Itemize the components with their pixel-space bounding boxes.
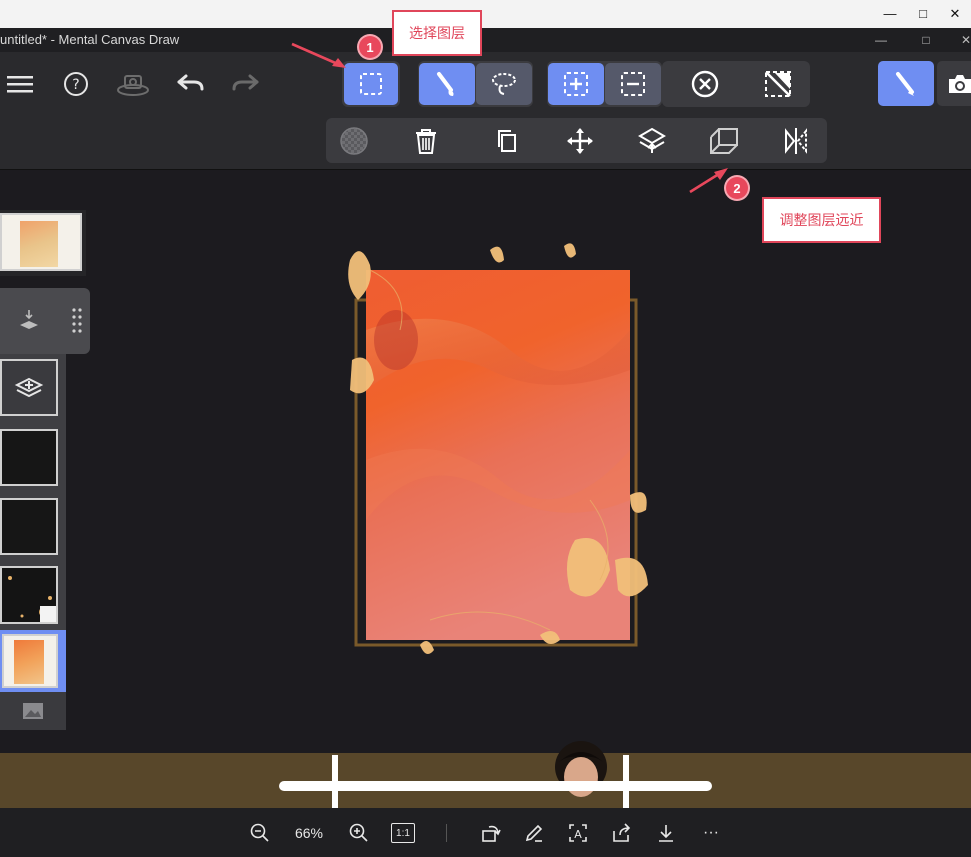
select-layer-icon <box>360 73 382 95</box>
add-layer-button[interactable] <box>0 359 58 416</box>
merge-down-icon[interactable] <box>9 301 49 341</box>
layer-panel-header <box>0 288 90 354</box>
timeline-strip[interactable] <box>0 741 971 808</box>
selection-actions-group <box>662 61 810 107</box>
svg-text:?: ? <box>72 77 79 93</box>
drag-handle-icon[interactable] <box>72 308 82 334</box>
zoom-out-icon[interactable] <box>248 820 272 846</box>
add-selection-button[interactable] <box>548 63 604 105</box>
step1-callout: 选择图层 <box>392 10 482 56</box>
outer-minimize-button[interactable]: — <box>878 4 902 24</box>
svg-text:A: A <box>574 828 582 841</box>
draw-mode-group <box>418 61 533 107</box>
lasso-icon <box>492 73 516 95</box>
step1-arrow <box>291 42 346 68</box>
bottom-bar-divider <box>446 824 447 842</box>
rotate-icon[interactable] <box>479 820 503 846</box>
subtract-selection-icon <box>621 72 645 96</box>
mirror-icon[interactable] <box>776 121 816 161</box>
lasso-button[interactable] <box>476 63 532 105</box>
app-minimize-button[interactable]: — <box>870 30 892 50</box>
help-icon[interactable]: ? <box>56 64 96 104</box>
actual-size-button[interactable]: 1:1 <box>391 823 415 843</box>
timeline-scroll-handle[interactable] <box>279 781 712 791</box>
select-group <box>342 61 400 107</box>
selection-mode-group <box>547 61 662 107</box>
redo-icon[interactable] <box>226 64 266 104</box>
step2-arrow <box>689 168 728 194</box>
add-layer-icon <box>14 377 44 397</box>
opacity-icon[interactable] <box>334 121 374 161</box>
delete-icon[interactable] <box>406 121 446 161</box>
app-title: untitled* - Mental Canvas Draw <box>0 32 180 47</box>
pen-tool-icon <box>896 71 914 96</box>
layer-thumbnail-empty-2[interactable] <box>0 498 58 555</box>
layer-preview-panel <box>0 210 86 276</box>
artwork-layer-image[interactable] <box>330 240 665 665</box>
more-options-button[interactable]: ··· <box>697 820 725 846</box>
app-close-button[interactable]: ✕ <box>955 30 971 50</box>
edit-icon[interactable] <box>522 820 546 846</box>
app-titlebar: untitled* - Mental Canvas Draw — □ ✕ <box>0 28 971 52</box>
menu-icon[interactable] <box>0 64 40 104</box>
image-icon <box>23 703 43 719</box>
outer-close-button[interactable]: ✕ <box>943 4 967 24</box>
person-thumbnail <box>550 741 612 808</box>
duplicate-icon[interactable] <box>487 121 527 161</box>
step2-callout: 调整图层远近 <box>762 197 881 243</box>
download-icon[interactable] <box>654 820 678 846</box>
select-layer-button[interactable] <box>344 63 398 105</box>
app-maximize-button[interactable]: □ <box>915 30 937 50</box>
step1-badge: 1 <box>359 36 381 58</box>
depth-adjust-icon[interactable] <box>704 121 744 161</box>
brush-button[interactable] <box>419 63 475 105</box>
subtract-selection-button[interactable] <box>605 63 661 105</box>
bottom-bar: 66% 1:1 A ··· <box>0 808 971 857</box>
layer-stack-icon[interactable] <box>632 121 672 161</box>
layer-thumbnail-empty-1[interactable] <box>0 429 58 486</box>
layer-thumbnail-butterflies[interactable] <box>0 566 58 624</box>
text-recognition-icon[interactable]: A <box>566 820 590 846</box>
layer-sub-toolbar <box>326 118 827 163</box>
camera-orbit-icon[interactable] <box>113 64 153 104</box>
add-selection-icon <box>564 72 588 96</box>
move-icon[interactable] <box>560 121 600 161</box>
snapshot-button[interactable] <box>937 61 971 106</box>
share-icon[interactable] <box>610 820 634 846</box>
pen-tool-button[interactable] <box>878 61 934 106</box>
layer-thumbnail-artwork[interactable] <box>2 634 58 688</box>
clear-selection-icon[interactable] <box>685 64 725 104</box>
outer-maximize-button[interactable]: □ <box>911 4 935 24</box>
brush-icon <box>437 72 454 96</box>
selected-layer-row[interactable] <box>0 630 66 692</box>
no-fill-icon[interactable] <box>758 64 798 104</box>
background-image-button[interactable] <box>0 692 66 730</box>
layer-list <box>0 354 66 730</box>
snapshot-icon <box>949 75 971 93</box>
zoom-in-icon[interactable] <box>347 820 371 846</box>
zoom-level: 66% <box>294 825 324 841</box>
active-layer-thumbnail[interactable] <box>0 213 82 271</box>
outer-window-titlebar: — □ ✕ <box>0 0 971 28</box>
toolbar-region: ? <box>0 52 971 170</box>
undo-icon[interactable] <box>170 64 210 104</box>
